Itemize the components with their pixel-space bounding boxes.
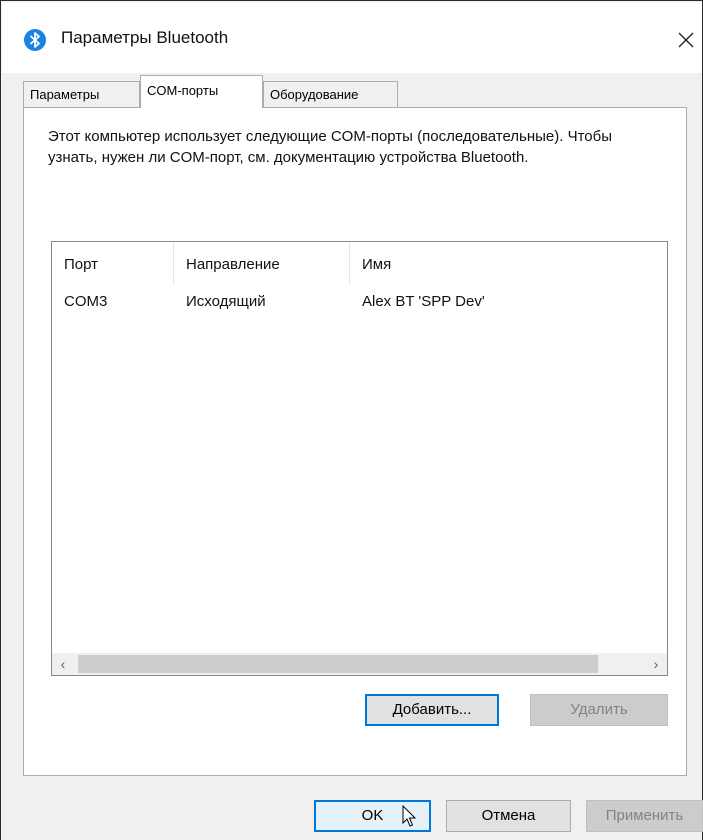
mouse-cursor-icon [402,805,417,827]
tab-com-ports[interactable]: COM-порты [140,75,263,108]
scroll-left-icon[interactable]: ‹ [52,653,74,675]
list-item[interactable]: COM3 Исходящий Alex BT 'SPP Dev' [52,289,667,315]
column-header-name[interactable]: Имя [350,242,668,284]
horizontal-scrollbar[interactable]: ‹ › [52,653,667,675]
scroll-right-icon[interactable]: › [645,653,667,675]
panel-description: Этот компьютер использует следующие COM-… [48,128,613,166]
cell-direction: Исходящий [186,293,266,310]
cell-port: COM3 [64,293,108,310]
window-title: Параметры Bluetooth [61,28,229,47]
cell-name: Alex BT 'SPP Dev' [362,293,485,310]
tab-hardware[interactable]: Оборудование [263,81,398,107]
cancel-button[interactable]: Отмена [446,800,571,832]
close-button[interactable] [666,20,703,58]
column-header-port[interactable]: Порт [52,242,174,284]
remove-button[interactable]: Удалить [530,694,668,726]
bluetooth-icon [24,29,46,51]
com-ports-list[interactable]: Порт Направление Имя COM3 Исходящий Alex… [51,241,668,676]
tab-settings[interactable]: Параметры [23,81,140,107]
close-icon [678,32,694,48]
bluetooth-settings-window: Параметры Bluetooth Параметры COM-порты … [0,0,703,840]
title-bar: Параметры Bluetooth [2,2,702,73]
scrollbar-thumb[interactable] [78,655,598,673]
add-button[interactable]: Добавить... [365,694,499,726]
column-header-direction[interactable]: Направление [174,242,350,284]
apply-button[interactable]: Применить [586,800,703,832]
tab-panel-com-ports: Этот компьютер использует следующие COM-… [23,107,687,776]
